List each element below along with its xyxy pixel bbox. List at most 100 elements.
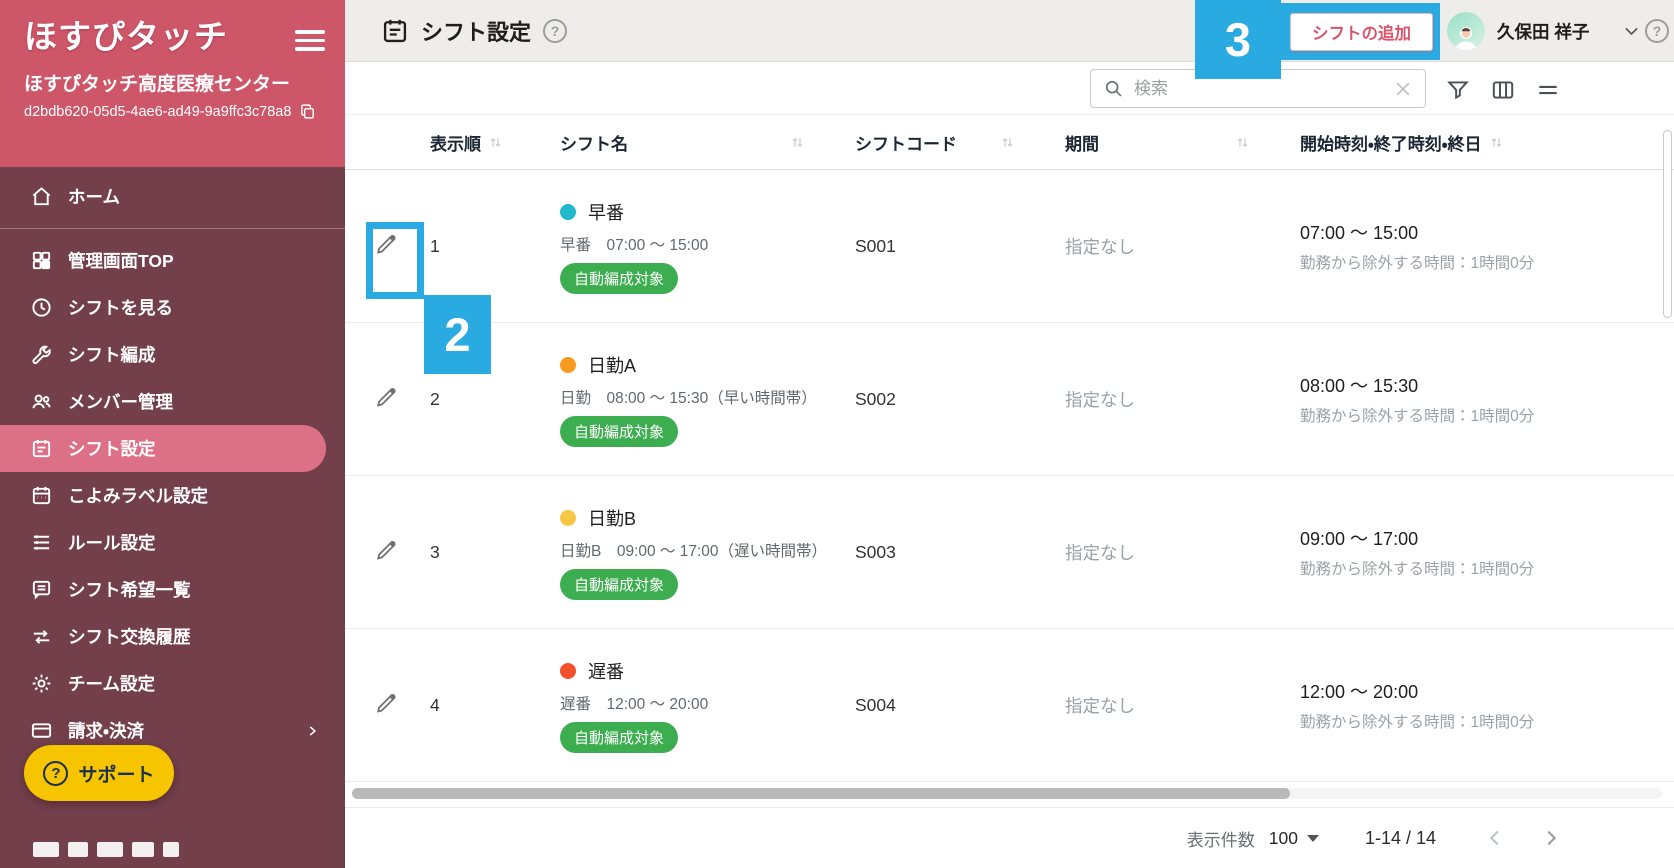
- sidebar: ほすぴタッチ ほすぴタッチ高度医療センター d2bdb620-05d5-4ae6…: [0, 0, 345, 868]
- auto-compose-badge: 自動編成対象: [560, 568, 679, 600]
- per-page-select[interactable]: 100: [1269, 828, 1319, 849]
- column-header-order: 表示順: [430, 130, 560, 155]
- calendar-icon: [32, 486, 51, 505]
- table-row: 1 早番 早番 07:00 〜 15:00 自動編成対象 S001 指定なし 0…: [345, 170, 1674, 323]
- shift-name: 日勤B: [588, 508, 637, 529]
- shift-detail: 早番 07:00 〜 15:00: [560, 236, 709, 254]
- sort-icon[interactable]: [488, 135, 503, 150]
- shift-color-dot: [560, 509, 576, 526]
- sidebar-item-shift-exchange[interactable]: シフト交換履歴: [0, 613, 345, 660]
- column-header-time: 開始時刻・終了時刻・終日: [1300, 130, 1674, 155]
- pagination-range: 1-14 / 14: [1364, 827, 1436, 848]
- header-help-icon[interactable]: ?: [1645, 19, 1669, 43]
- chevron-right-icon: [309, 725, 317, 736]
- clear-search-icon[interactable]: [1393, 79, 1413, 99]
- sidebar-item-admin-top[interactable]: 管理画面TOP: [0, 237, 345, 284]
- search-box: [1090, 69, 1426, 108]
- table-row: 2 日勤A 日勤 08:00 〜 15:30（早い時間帯） 自動編成対象 S00…: [345, 323, 1674, 476]
- sidebar-item-shift-compose[interactable]: シフト編成: [0, 331, 345, 378]
- sidebar-nav: ホーム 管理画面TOP シフトを見る シフト編成 メンバー管理 シフト設定 こよ…: [0, 167, 345, 754]
- edit-shift-button[interactable]: [371, 689, 400, 718]
- sidebar-item-team-settings[interactable]: チーム設定: [0, 660, 345, 707]
- support-button[interactable]: ? サポート: [24, 745, 174, 801]
- facility-name: ほすぴタッチ高度医療センター: [24, 74, 291, 96]
- page-title: シフト設定: [421, 19, 532, 45]
- user-name[interactable]: 久保田 祥子: [1497, 0, 1589, 62]
- sort-icon[interactable]: [1000, 135, 1015, 150]
- shift-time-note: 勤務から除外する時間：1時間0分: [1300, 714, 1535, 731]
- sort-icon[interactable]: [790, 135, 805, 150]
- sidebar-item-view-shift[interactable]: シフトを見る: [0, 284, 345, 331]
- table-header: 表示順 シフト名 シフトコード 期間 開始時刻・終了時刻・終日: [345, 115, 1674, 170]
- page-header: シフト設定 ? シフトの追加 久保田 祥子 ?: [345, 0, 1674, 62]
- copy-icon[interactable]: [299, 103, 316, 120]
- shift-detail: 日勤B 09:00 〜 17:00（遅い時間帯）: [560, 542, 828, 560]
- sidebar-item-home[interactable]: ホーム: [0, 173, 345, 220]
- calendar-check-icon: [32, 439, 51, 458]
- facility-id: d2bdb620-05d5-4ae6-ad49-9a9ffc3c78a8: [24, 103, 292, 120]
- clipped-menu-item[interactable]: [33, 842, 179, 857]
- shift-period: 指定なし: [1065, 236, 1135, 257]
- row-density-icon[interactable]: [1535, 77, 1561, 103]
- chevron-down-icon[interactable]: [1624, 26, 1639, 37]
- sidebar-item-member-manage[interactable]: メンバー管理: [0, 378, 345, 425]
- main-content: シフト設定 ? シフトの追加 久保田 祥子 ? 表示順: [345, 0, 1674, 868]
- column-header-shift-name: シフト名: [560, 130, 855, 155]
- filter-icon[interactable]: [1445, 77, 1471, 103]
- clock-icon: [32, 298, 51, 317]
- horizontal-scrollbar[interactable]: [352, 788, 1290, 799]
- edit-shift-button[interactable]: [371, 536, 400, 565]
- shift-name: 早番: [588, 202, 624, 223]
- avatar[interactable]: [1447, 12, 1485, 50]
- next-page-button[interactable]: [1540, 827, 1562, 849]
- sidebar-item-shift-requests[interactable]: シフト希望一覧: [0, 566, 345, 613]
- shift-detail: 遅番 12:00 〜 20:00: [560, 695, 709, 713]
- sort-icon[interactable]: [1235, 135, 1250, 150]
- table-row: 3 日勤B 日勤B 09:00 〜 17:00（遅い時間帯） 自動編成対象 S0…: [345, 476, 1674, 629]
- app-logo: ほすぴタッチ: [24, 18, 228, 55]
- sort-icon[interactable]: [1489, 135, 1504, 150]
- auto-compose-badge: 自動編成対象: [560, 262, 679, 294]
- shift-name: 日勤A: [588, 355, 637, 376]
- table-body: 1 早番 早番 07:00 〜 15:00 自動編成対象 S001 指定なし 0…: [345, 170, 1674, 782]
- add-shift-button[interactable]: シフトの追加: [1290, 13, 1433, 51]
- header-divider: [1436, 11, 1437, 51]
- shift-period: 指定なし: [1065, 389, 1135, 410]
- shift-time: 12:00 〜 20:00: [1300, 682, 1419, 702]
- rules-list-icon: [33, 535, 50, 550]
- title-help-icon[interactable]: ?: [543, 18, 568, 43]
- shift-code: S002: [855, 388, 896, 409]
- search-input[interactable]: [1134, 78, 1383, 99]
- shift-time-note: 勤務から除外する時間：1時間0分: [1300, 255, 1535, 272]
- prev-page-button[interactable]: [1484, 827, 1506, 849]
- wrench-icon: [32, 345, 51, 365]
- search-icon: [1105, 80, 1122, 97]
- columns-icon[interactable]: [1490, 77, 1516, 103]
- users-icon: [32, 394, 51, 409]
- edit-shift-button[interactable]: [371, 383, 400, 412]
- question-circle-icon: ?: [43, 760, 69, 786]
- vertical-scrollbar[interactable]: [1663, 130, 1672, 318]
- table-row: 4 遅番 遅番 12:00 〜 20:00 自動編成対象 S004 指定なし 1…: [345, 629, 1674, 782]
- sidebar-header: ほすぴタッチ ほすぴタッチ高度医療センター d2bdb620-05d5-4ae6…: [0, 0, 345, 167]
- shift-name: 遅番: [588, 661, 624, 682]
- shift-color-dot: [560, 203, 576, 220]
- shift-time: 08:00 〜 15:30: [1300, 376, 1419, 396]
- shift-period: 指定なし: [1065, 695, 1135, 716]
- shift-color-dot: [560, 662, 576, 679]
- auto-compose-badge: 自動編成対象: [560, 721, 679, 753]
- edit-shift-button[interactable]: [371, 230, 400, 259]
- caret-down-icon: [1306, 834, 1319, 842]
- pagination-bar: 表示件数 100 1-14 / 14: [345, 807, 1674, 868]
- column-header-shift-code: シフトコード: [855, 130, 1065, 155]
- sidebar-item-calendar-labels[interactable]: こよみラベル設定: [0, 472, 345, 519]
- sidebar-item-rule-settings[interactable]: ルール設定: [0, 519, 345, 566]
- shift-time: 09:00 〜 17:00: [1300, 529, 1419, 549]
- shift-settings-icon: [383, 19, 407, 42]
- gear-icon: [32, 674, 51, 693]
- menu-toggle-icon[interactable]: [295, 30, 325, 56]
- shift-period: 指定なし: [1065, 542, 1135, 563]
- shift-time: 07:00 〜 15:00: [1300, 223, 1419, 243]
- sidebar-item-shift-settings[interactable]: シフト設定: [0, 425, 326, 472]
- exchange-arrows-icon: [33, 630, 50, 644]
